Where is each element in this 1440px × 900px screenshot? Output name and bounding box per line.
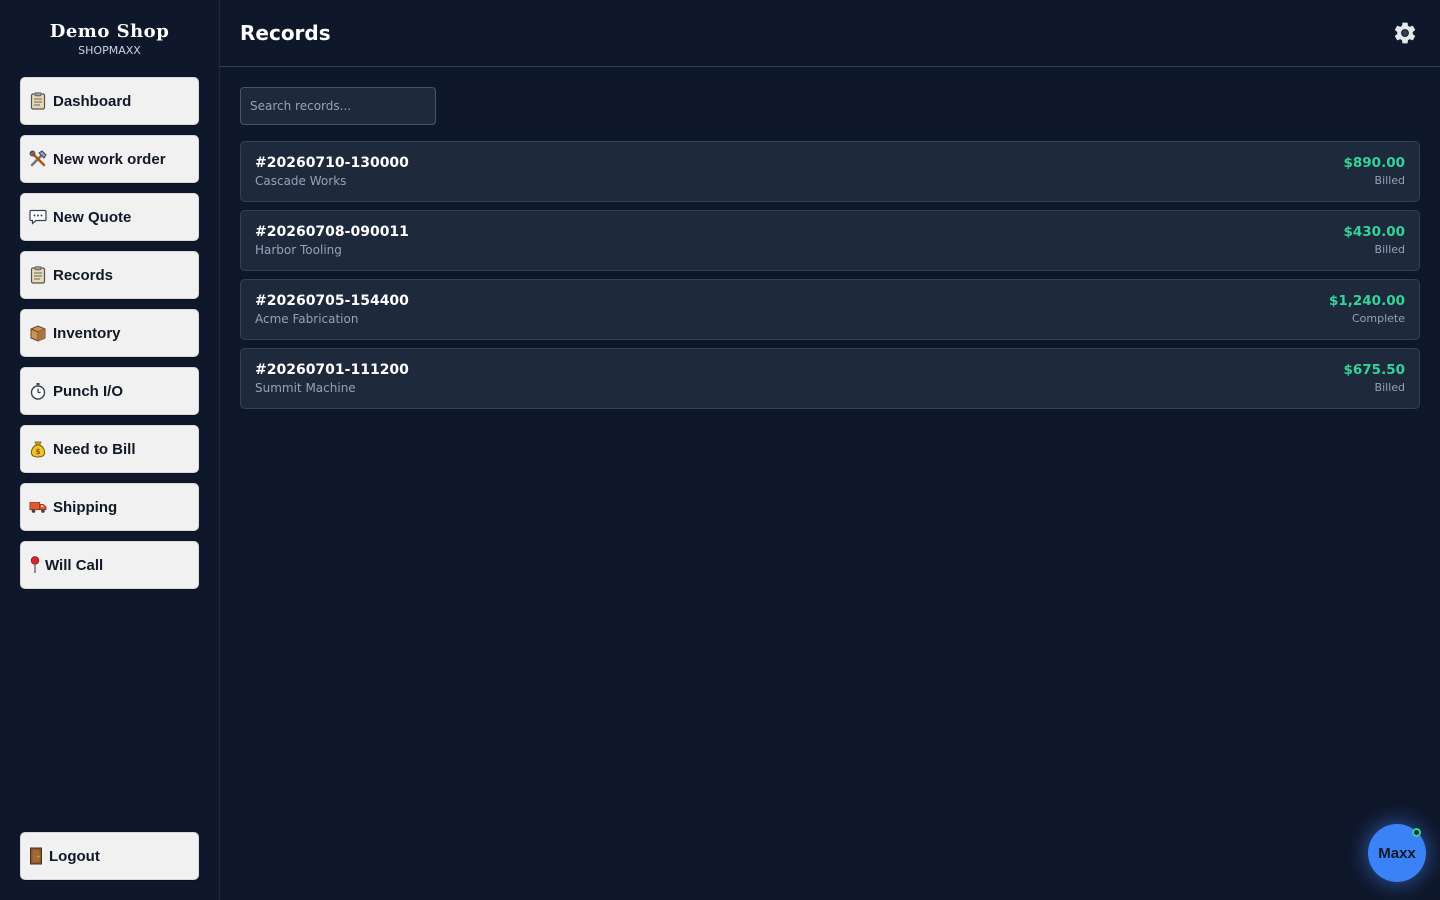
record-row[interactable]: #20260701-111200 Summit Machine $675.50 …	[240, 348, 1420, 409]
door-icon	[29, 847, 43, 865]
record-right: $1,240.00 Complete	[1329, 292, 1405, 328]
record-row[interactable]: #20260705-154400 Acme Fabrication $1,240…	[240, 279, 1420, 340]
sidebar-item-records[interactable]: Records	[20, 251, 199, 299]
sidebar-item-will-call[interactable]: Will Call	[20, 541, 199, 589]
logout-wrap: Logout	[20, 832, 199, 900]
record-id: #20260710-130000	[255, 154, 409, 171]
gear-icon[interactable]	[1392, 20, 1418, 46]
tools-icon	[29, 150, 47, 168]
sidebar-item-new-quote[interactable]: New Quote	[20, 193, 199, 241]
record-amount: $430.00	[1343, 223, 1406, 240]
record-amount: $1,240.00	[1328, 292, 1405, 309]
topbar: Records	[220, 0, 1440, 67]
record-customer: Harbor Tooling	[255, 242, 342, 257]
clipboard-icon	[29, 92, 47, 110]
sidebar-item-label: Inventory	[53, 324, 121, 342]
record-status: Billed	[1374, 173, 1405, 187]
sidebar-item-shipping[interactable]: Shipping	[20, 483, 199, 531]
sidebar-item-label: New Quote	[53, 208, 132, 226]
logout-label: Logout	[49, 847, 100, 865]
pin-icon	[29, 556, 41, 574]
brand-name: Demo Shop	[49, 21, 170, 42]
sidebar-item-need-to-bill[interactable]: $ Need to Bill	[20, 425, 199, 473]
record-customer: Summit Machine	[255, 380, 356, 395]
record-row[interactable]: #20260710-130000 Cascade Works $890.00 B…	[240, 141, 1420, 202]
sidebar-item-label: Shipping	[53, 498, 118, 516]
record-left: #20260710-130000 Cascade Works	[255, 154, 409, 190]
record-id: #20260701-111200	[255, 361, 409, 378]
sidebar-item-dashboard[interactable]: Dashboard	[20, 77, 199, 125]
record-status: Billed	[1374, 380, 1405, 394]
sidebar-item-label: Dashboard	[53, 92, 132, 110]
record-customer: Acme Fabrication	[255, 311, 359, 326]
stopwatch-icon	[29, 382, 47, 400]
record-id: #20260705-154400	[255, 292, 409, 309]
record-right: $430.00 Billed	[1344, 223, 1406, 259]
brand: Demo Shop SHOPMAXX	[20, 0, 199, 77]
record-left: #20260708-090011 Harbor Tooling	[255, 223, 409, 259]
app: Demo Shop SHOPMAXX Dashboard New work or…	[0, 0, 1440, 900]
record-customer: Cascade Works	[255, 173, 347, 188]
clipboard-icon	[29, 266, 47, 284]
records-list: #20260710-130000 Cascade Works $890.00 B…	[240, 141, 1420, 409]
money-bag-icon: $	[29, 440, 47, 458]
record-right: $675.50 Billed	[1344, 361, 1406, 397]
sidebar-item-label: Will Call	[45, 556, 104, 574]
record-status: Billed	[1374, 242, 1405, 256]
svg-text:$: $	[36, 448, 41, 456]
speech-bubble-icon	[29, 208, 47, 226]
record-left: #20260705-154400 Acme Fabrication	[255, 292, 409, 328]
search-input[interactable]	[240, 87, 436, 125]
record-amount: $675.50	[1343, 361, 1406, 378]
assistant-label: Maxx	[1378, 844, 1416, 862]
sidebar-item-label: Need to Bill	[53, 440, 136, 458]
sidebar-item-inventory[interactable]: Inventory	[20, 309, 199, 357]
sidebar-item-new-work-order[interactable]: New work order	[20, 135, 199, 183]
record-id: #20260708-090011	[255, 223, 409, 240]
sidebar-nav: Dashboard New work order New Quote Recor…	[20, 77, 199, 589]
page-title: Records	[240, 21, 331, 45]
brand-subtitle: SHOPMAXX	[78, 44, 141, 57]
logout-button[interactable]: Logout	[20, 832, 199, 880]
online-status-indicator	[1412, 828, 1421, 837]
sidebar: Demo Shop SHOPMAXX Dashboard New work or…	[0, 0, 220, 900]
record-right: $890.00 Billed	[1344, 154, 1406, 190]
record-row[interactable]: #20260708-090011 Harbor Tooling $430.00 …	[240, 210, 1420, 271]
truck-icon	[29, 498, 47, 516]
records-content: #20260710-130000 Cascade Works $890.00 B…	[220, 67, 1440, 429]
record-left: #20260701-111200 Summit Machine	[255, 361, 409, 397]
package-icon	[29, 324, 47, 342]
sidebar-item-punch-io[interactable]: Punch I/O	[20, 367, 199, 415]
sidebar-item-label: Punch I/O	[53, 382, 124, 400]
record-status: Complete	[1351, 311, 1405, 325]
sidebar-item-label: New work order	[53, 150, 166, 168]
record-amount: $890.00	[1343, 154, 1406, 171]
main: Records #20260710-130000 Cascade Works $…	[220, 0, 1440, 900]
sidebar-item-label: Records	[53, 266, 114, 284]
assistant-button[interactable]: Maxx	[1368, 824, 1426, 882]
